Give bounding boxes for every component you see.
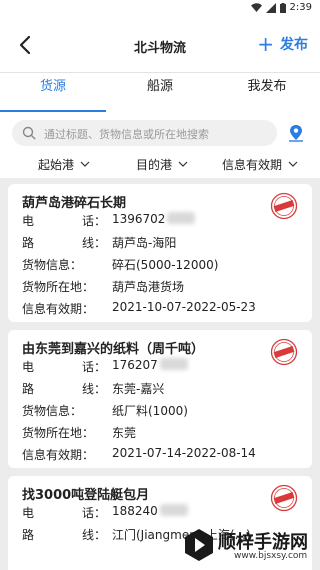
plus-icon: + [257,32,274,56]
listing-title: 由东莞到嘉兴的纸料（周千吨） [22,342,205,357]
filter-origin-port[interactable]: 起始港 [38,156,90,173]
tab-ship-source[interactable]: 船源 [107,73,213,113]
label-char: 路 [22,528,35,542]
tab-label: 船源 [146,79,173,94]
listing-title: 找3000吨登陆艇包月 [22,488,150,503]
label-char: 路 [22,236,35,250]
location-row: 货物所在地： 葫芦岛港货场 [22,278,184,295]
chevron-down-icon [178,161,188,167]
chevron-down-icon [288,161,298,167]
redacted-mask [159,504,188,516]
filter-bar: 起始港 目的港 信息有效期 [0,152,320,178]
label-text: 货物所在地： [22,426,95,440]
publish-button[interactable]: + 发布 [257,34,308,54]
phone-row: 电 话： 1396702 [22,212,196,229]
tab-bar: 货源 船源 我发布 [0,72,320,112]
phone-value[interactable]: 1396702 [112,212,165,229]
location-row: 货物所在地： 东莞 [22,424,136,441]
listing-title: 葫芦岛港碎石长期 [22,196,127,211]
site-watermark: 顺梓手游网 www.bjsxsy.com [184,526,316,566]
verified-stamp-icon [270,338,298,366]
watermark-logo-icon [185,529,213,561]
filter-label: 目的港 [136,158,173,172]
location-value: 葫芦岛港货场 [112,280,185,294]
wifi-icon [250,3,262,12]
tab-my-posts[interactable]: 我发布 [214,73,320,113]
status-time: 2:39 [289,2,312,13]
watermark-url: www.bjsxsy.com [234,551,308,561]
cargo-row: 货物信息： 碎石(5000-12000) [22,256,218,273]
label-text: 货物信息： [22,258,83,272]
tab-label: 货源 [39,79,66,94]
status-icons: 2:39 [250,2,312,13]
search-bar: 通过标题、货物信息或所在地搜索 [0,112,320,152]
route-value: 东莞-嘉兴 [112,382,165,396]
verified-stamp-icon [270,192,298,220]
listing-card[interactable]: 由东莞到嘉兴的纸料（周千吨） 电 话： 176207 路 线： 东莞-嘉兴 货物信息… [8,330,312,468]
label-char: 话： [81,360,106,374]
search-input[interactable]: 通过标题、货物信息或所在地搜索 [12,120,277,146]
validity-value: 2021-07-14-2022-08-14 [112,446,256,460]
location-value: 东莞 [112,426,137,440]
label-text: 货物信息： [22,404,83,418]
status-bar: 2:39 [0,0,320,18]
label-char: 话： [81,506,106,520]
cargo-value: 碎石(5000-12000) [112,258,219,272]
verified-stamp-icon [270,484,298,512]
signal-icon [265,2,276,13]
filter-label: 信息有效期 [222,158,283,172]
redacted-mask [159,358,188,370]
route-row: 路 线： 葫芦岛-海阳 [22,234,176,251]
validity-value: 2021-10-07-2022-05-23 [112,300,256,314]
label-char: 线： [81,528,106,542]
label-char: 线： [81,236,106,250]
filter-label: 起始港 [38,158,75,172]
chevron-down-icon [80,161,90,167]
validity-row: 信息有效期： 2021-07-14-2022-08-14 [22,446,256,463]
label-char: 线： [81,382,106,396]
tab-cargo-source[interactable]: 货源 [0,73,106,113]
phone-value[interactable]: 188240 [112,504,158,521]
redacted-mask [167,212,196,224]
label-text: 信息有效期： [22,302,95,316]
cargo-value: 纸厂料(1000) [112,404,188,418]
label-char: 话： [81,214,106,228]
route-row: 路 线： 东莞-嘉兴 [22,380,164,397]
label-text: 货物所在地： [22,280,95,294]
filter-destination-port[interactable]: 目的港 [136,156,188,173]
battery-icon [279,2,286,13]
filter-validity[interactable]: 信息有效期 [222,156,298,173]
label-char: 电 [22,360,35,374]
tab-label: 我发布 [247,79,287,94]
phone-value[interactable]: 176207 [112,358,158,375]
label-char: 路 [22,382,35,396]
app-header: 北斗物流 + 发布 [0,18,320,72]
cargo-row: 货物信息： 纸厂料(1000) [22,402,188,419]
publish-label: 发布 [280,37,308,53]
label-char: 电 [22,506,35,520]
search-icon [22,126,36,140]
label-char: 电 [22,214,35,228]
validity-row: 信息有效期： 2021-10-07-2022-05-23 [22,300,256,317]
phone-row: 电 话： 176207 [22,358,188,375]
route-value: 葫芦岛-海阳 [112,236,177,250]
phone-row: 电 话： 188240 [22,504,188,521]
search-placeholder: 通过标题、货物信息或所在地搜索 [44,128,209,141]
label-text: 信息有效期： [22,448,95,462]
map-location-icon[interactable] [288,124,304,142]
listing-card[interactable]: 葫芦岛港碎石长期 电 话： 1396702 路 线： 葫芦岛-海阳 货物信息： 碎石… [8,184,312,322]
